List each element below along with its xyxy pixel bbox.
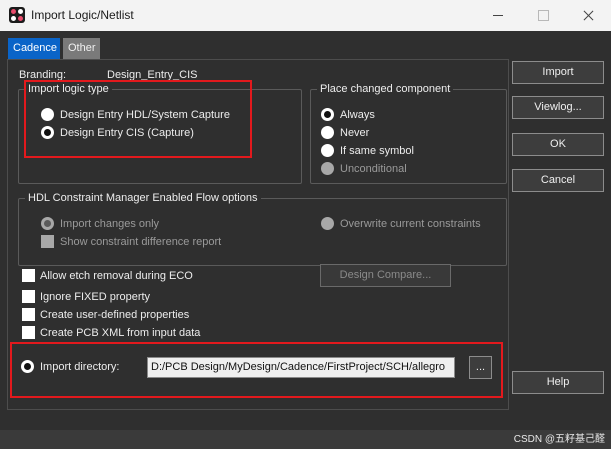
hdl-constraint-group: HDL Constraint Manager Enabled Flow opti… [18, 192, 507, 266]
checkbox-allow-etch-removal-label: Allow etch removal during ECO [40, 270, 193, 282]
place-changed-title: Place changed component [317, 83, 454, 95]
hdl-constraint-title: HDL Constraint Manager Enabled Flow opti… [25, 192, 261, 204]
checkbox-ignore-fixed-label: Ignore FIXED property [40, 291, 151, 303]
title-bar: Import Logic/Netlist [0, 0, 611, 31]
radio-never[interactable] [321, 126, 334, 139]
radio-unconditional-label: Unconditional [340, 163, 407, 175]
radio-if-same-symbol[interactable] [321, 144, 334, 157]
tab-cadence[interactable]: Cadence [8, 38, 60, 59]
close-button[interactable] [565, 0, 611, 31]
ok-button[interactable]: OK [512, 133, 604, 156]
radio-import-changes-only-label: Import changes only [60, 218, 160, 230]
radio-always-label: Always [340, 109, 375, 121]
viewlog-button[interactable]: Viewlog... [512, 96, 604, 119]
checkbox-create-pcb-xml-label: Create PCB XML from input data [40, 327, 201, 339]
checkbox-show-diff-report-label: Show constraint difference report [60, 236, 222, 248]
help-button[interactable]: Help [512, 371, 604, 394]
checkbox-create-pcb-xml[interactable] [22, 326, 35, 339]
maximize-button[interactable] [520, 0, 566, 31]
highlight-import-directory [10, 342, 503, 398]
app-icon [9, 7, 25, 23]
checkbox-create-user-props[interactable] [22, 308, 35, 321]
radio-import-changes-only [41, 217, 54, 230]
checkbox-create-user-props-label: Create user-defined properties [40, 309, 190, 321]
window-title: Import Logic/Netlist [31, 8, 134, 22]
radio-always[interactable] [321, 108, 334, 121]
radio-never-label: Never [340, 127, 370, 139]
cancel-button[interactable]: Cancel [512, 169, 604, 192]
checkbox-allow-etch-removal[interactable] [22, 269, 35, 282]
import-button[interactable]: Import [512, 61, 604, 84]
highlight-import-logic-type [24, 80, 252, 158]
checkbox-show-diff-report [41, 235, 54, 248]
minimize-button[interactable] [475, 0, 521, 31]
radio-overwrite-constraints-label: Overwrite current constraints [340, 218, 481, 230]
radio-if-same-symbol-label: If same symbol [340, 145, 414, 157]
watermark: CSDN @五籽基己醛 [513, 434, 605, 445]
design-compare-button: Design Compare... [320, 264, 451, 287]
radio-overwrite-constraints [321, 217, 334, 230]
checkbox-ignore-fixed[interactable] [22, 290, 35, 303]
radio-unconditional [321, 162, 334, 175]
tab-other[interactable]: Other [63, 38, 100, 59]
